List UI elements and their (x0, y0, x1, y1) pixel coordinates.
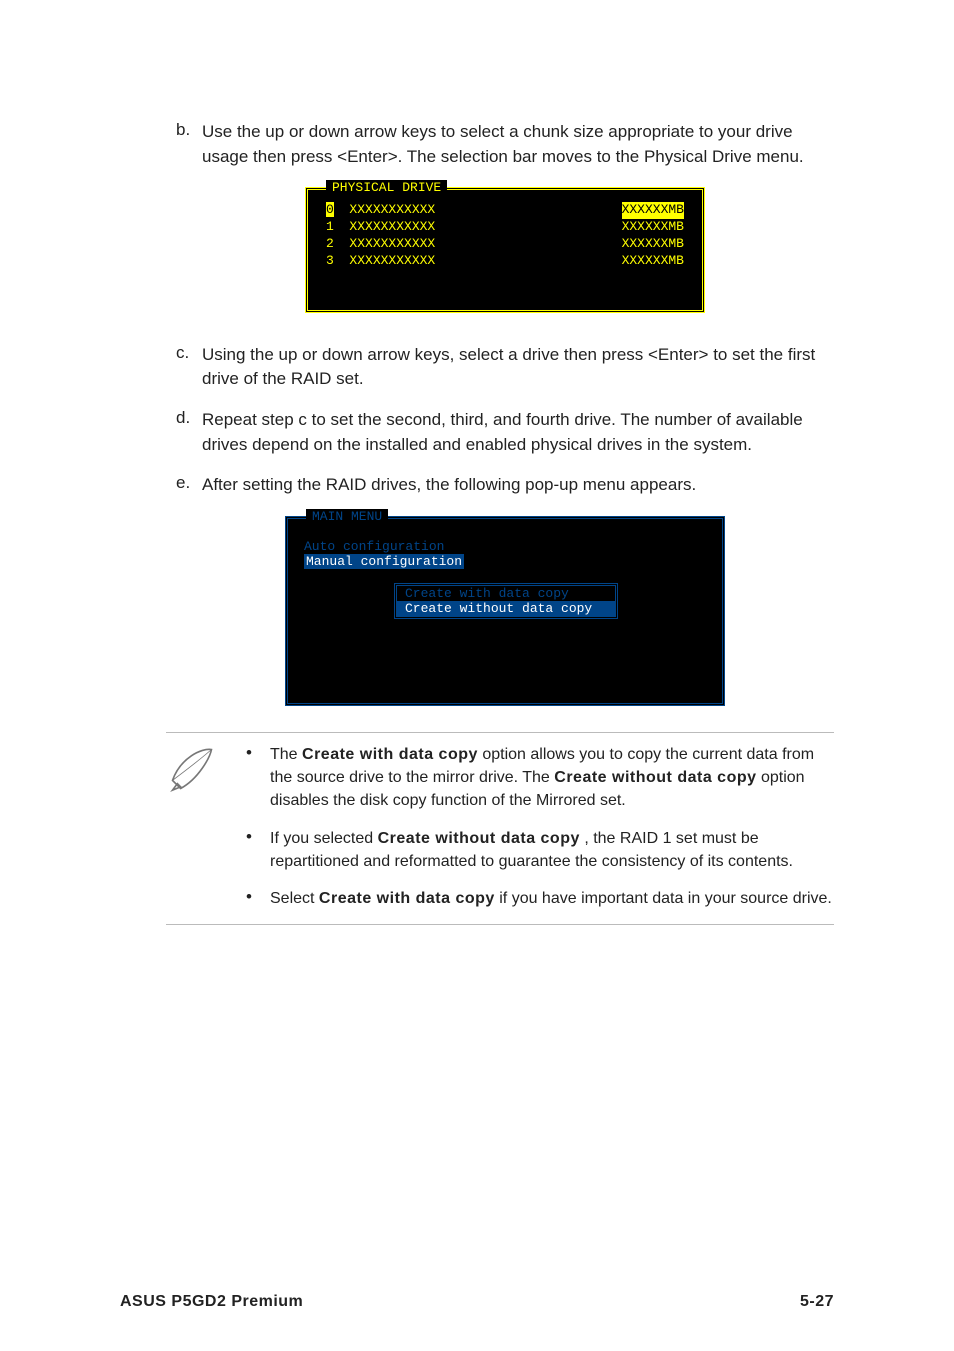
footer-right: 5-27 (800, 1293, 834, 1311)
note-block: • The Create with data copy option allow… (166, 732, 834, 925)
main-menu-terminal: MAIN MENU Auto configuration Manual conf… (285, 516, 725, 706)
bullet-2: • (246, 827, 270, 873)
n2b: Create without data copy (378, 830, 580, 847)
drive-idx-2: 2 (326, 236, 334, 251)
drive-name-3: XXXXXXXXXXX (349, 253, 435, 268)
step-text-d: Repeat step c to set the second, third, … (202, 408, 834, 457)
note-1-text: The Create with data copy option allows … (270, 743, 834, 813)
drive-row-0: 0 XXXXXXXXXXX XXXXXXMB (308, 202, 702, 219)
drive-idx-3: 3 (326, 253, 334, 268)
drive-name-0: XXXXXXXXXXX (349, 202, 435, 217)
drive-name-2: XXXXXXXXXXX (349, 236, 435, 251)
step-letter-c: c. (176, 343, 202, 392)
create-without-copy: Create without data copy (397, 601, 615, 616)
step-text-c: Using the up or down arrow keys, select … (202, 343, 834, 392)
n1d: Create without data copy (554, 769, 756, 786)
n3a: Select (270, 890, 319, 907)
n3c: if you have important data in your sourc… (495, 890, 832, 907)
drive-size-2: XXXXXXMB (622, 236, 684, 253)
drive-size-1: XXXXXXMB (622, 219, 684, 236)
drive-size-3: XXXXXXMB (622, 253, 684, 270)
data-copy-submenu: Create with data copy Create without dat… (394, 583, 618, 619)
bullet-1: • (246, 743, 270, 813)
physical-drive-title: PHYSICAL DRIVE (326, 180, 447, 195)
main-menu-title: MAIN MENU (306, 509, 388, 524)
n3b: Create with data copy (319, 890, 495, 907)
footer-left: ASUS P5GD2 Premium (120, 1293, 303, 1311)
step-letter-d: d. (176, 408, 202, 457)
step-text-e: After setting the RAID drives, the follo… (202, 473, 696, 498)
drive-name-1: XXXXXXXXXXX (349, 219, 435, 234)
n1a: The (270, 746, 302, 763)
step-text-b: Use the up or down arrow keys to select … (202, 120, 834, 169)
drive-row-2: 2 XXXXXXXXXXX XXXXXXMB (308, 236, 702, 253)
physical-drive-terminal: PHYSICAL DRIVE 0 XXXXXXXXXXX XXXXXXMB 1 … (305, 187, 705, 313)
drive-idx-1: 1 (326, 219, 334, 234)
drive-row-3: 3 XXXXXXXXXXX XXXXXXMB (308, 253, 702, 270)
n1b: Create with data copy (302, 746, 478, 763)
step-letter-b: b. (176, 120, 202, 169)
auto-config-line: Auto configuration (304, 539, 706, 554)
manual-config-line: Manual configuration (304, 554, 464, 569)
drive-idx-0: 0 (326, 202, 334, 217)
note-3-text: Select Create with data copy if you have… (270, 887, 832, 910)
drive-size-0: XXXXXXMB (622, 202, 684, 219)
drive-row-1: 1 XXXXXXXXXXX XXXXXXMB (308, 219, 702, 236)
create-with-copy: Create with data copy (397, 586, 615, 601)
bullet-3: • (246, 887, 270, 910)
step-letter-e: e. (176, 473, 202, 498)
n2a: If you selected (270, 830, 378, 847)
note-pencil-icon (166, 743, 218, 795)
note-2-text: If you selected Create without data copy… (270, 827, 834, 873)
